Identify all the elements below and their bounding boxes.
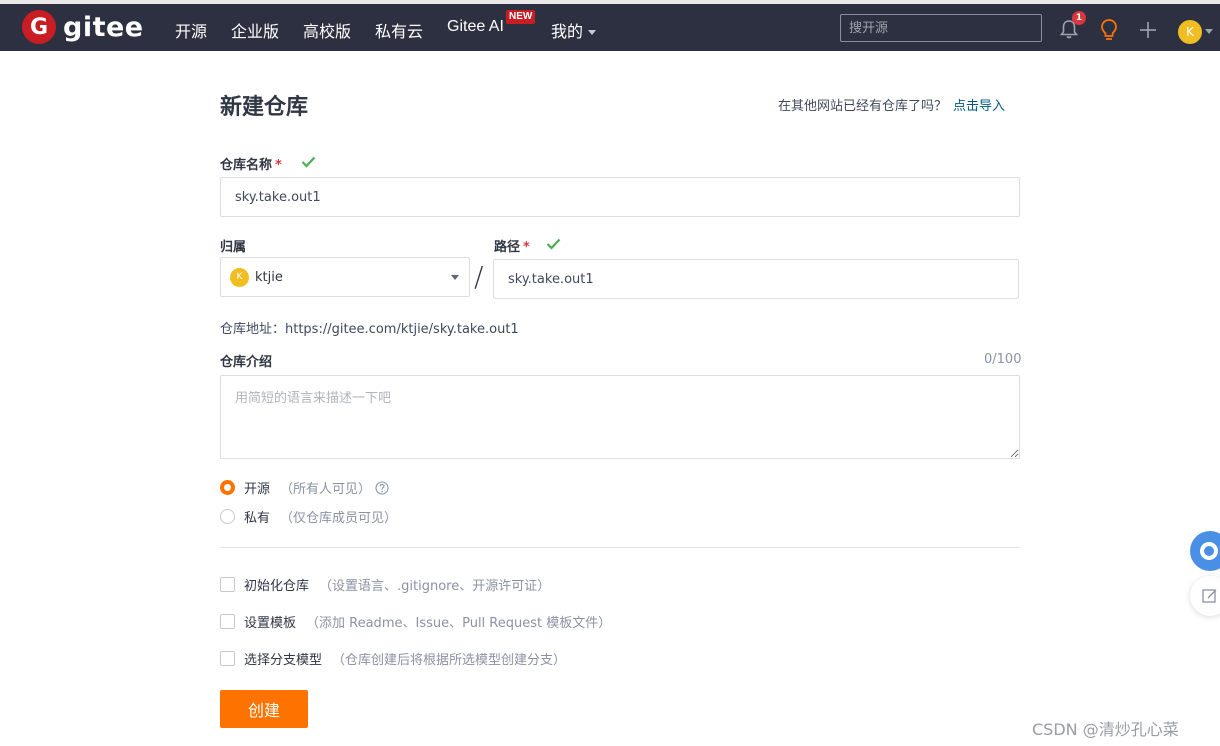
description-label: 仓库介绍 xyxy=(220,355,273,370)
visibility-private-label: 私有 xyxy=(244,511,271,526)
user-avatar[interactable]: K xyxy=(1178,20,1202,44)
path-label-text: 路径 xyxy=(494,240,521,255)
path-input[interactable] xyxy=(493,259,1019,299)
radio-public[interactable] xyxy=(220,480,235,495)
nav-private-cloud[interactable]: 私有云 xyxy=(375,18,423,42)
search-input[interactable] xyxy=(840,14,1042,42)
chat-bubble-icon xyxy=(1200,542,1218,560)
radio-private[interactable] xyxy=(220,509,235,524)
valid-check-icon xyxy=(546,238,561,250)
divider xyxy=(220,547,1020,548)
owner-avatar: K xyxy=(230,267,249,287)
chat-assistant-button[interactable] xyxy=(1190,531,1220,571)
nav-mine[interactable]: 我的 xyxy=(551,18,597,42)
checkbox-init-repo[interactable] xyxy=(220,577,235,592)
new-badge: NEW xyxy=(506,10,536,24)
import-hint-text: 在其他网站已经有仓库了吗？ xyxy=(778,99,948,114)
owner-label: 归属 xyxy=(220,240,247,255)
owner-select[interactable]: K ktjie xyxy=(220,257,470,297)
page-title: 新建仓库 xyxy=(220,95,309,120)
checkbox-set-template[interactable] xyxy=(220,614,235,629)
path-separator: / xyxy=(474,260,484,293)
notification-count-badge: 1 xyxy=(1072,11,1086,25)
option-set-template[interactable]: 设置模板 （添加 Readme、Issue、Pull Request 模板文件） xyxy=(220,612,611,631)
feedback-button[interactable] xyxy=(1190,576,1220,616)
option-branch-model[interactable]: 选择分支模型 （仓库创建后将根据所选模型创建分支） xyxy=(220,649,566,668)
import-hint: 在其他网站已经有仓库了吗？ 点击导入 xyxy=(778,95,1005,114)
description-char-counter: 0/100 xyxy=(984,352,1022,367)
watermark: CSDN @清炒孔心菜 xyxy=(1032,720,1179,739)
repo-name-input[interactable] xyxy=(220,177,1020,217)
owner-name: ktjie xyxy=(255,269,283,285)
required-mark: * xyxy=(523,240,530,255)
visibility-private-option[interactable]: 私有 （仅仓库成员可见） xyxy=(220,507,397,526)
visibility-public-option[interactable]: 开源 （所有人可见） xyxy=(220,478,389,497)
option-set-template-label: 设置模板 xyxy=(244,616,297,631)
option-branch-model-label: 选择分支模型 xyxy=(244,653,323,668)
repo-url: 仓库地址：https://gitee.com/ktjie/sky.take.ou… xyxy=(220,322,519,337)
repo-name-label-text: 仓库名称 xyxy=(220,158,273,173)
nav-gitee-ai[interactable]: Gitee AI xyxy=(447,18,504,36)
lightbulb-icon[interactable] xyxy=(1098,18,1120,42)
gitee-logo-text: gitee xyxy=(63,11,144,43)
gitee-logo[interactable]: G gitee xyxy=(22,10,144,44)
path-label: 路径 * xyxy=(494,236,530,255)
top-navbar: G gitee 开源 企业版 高校版 私有云 Gitee AI NEW 我的 1… xyxy=(0,0,1220,51)
visibility-public-hint: （所有人可见） xyxy=(280,482,372,497)
help-icon[interactable] xyxy=(375,480,389,495)
valid-check-icon xyxy=(301,156,316,168)
nav-education[interactable]: 高校版 xyxy=(303,18,351,42)
option-set-template-hint: （添加 Readme、Issue、Pull Request 模板文件） xyxy=(306,616,612,631)
visibility-private-hint: （仅仓库成员可见） xyxy=(280,511,398,526)
repo-name-label: 仓库名称 * xyxy=(220,154,282,173)
checkbox-branch-model[interactable] xyxy=(220,651,235,666)
option-init-repo-label: 初始化仓库 xyxy=(244,579,310,594)
edit-icon xyxy=(1202,589,1217,603)
create-button[interactable]: 创建 xyxy=(220,690,308,728)
plus-icon[interactable] xyxy=(1138,20,1158,40)
nav-open-source[interactable]: 开源 xyxy=(175,18,207,42)
import-link[interactable]: 点击导入 xyxy=(953,99,1005,114)
chevron-down-icon xyxy=(588,30,597,35)
option-init-repo-hint: （设置语言、.gitignore、开源许可证） xyxy=(319,579,551,594)
option-branch-model-hint: （仓库创建后将根据所选模型创建分支） xyxy=(332,653,567,668)
nav-enterprise[interactable]: 企业版 xyxy=(231,18,279,42)
chevron-down-icon xyxy=(451,275,459,280)
avatar-chevron-down-icon[interactable] xyxy=(1205,29,1213,34)
required-mark: * xyxy=(275,158,282,173)
description-textarea[interactable] xyxy=(220,375,1020,459)
visibility-public-label: 开源 xyxy=(244,482,271,497)
gitee-logo-icon: G xyxy=(22,10,56,44)
nav-mine-label: 我的 xyxy=(551,22,584,41)
option-init-repo[interactable]: 初始化仓库 （设置语言、.gitignore、开源许可证） xyxy=(220,575,550,594)
